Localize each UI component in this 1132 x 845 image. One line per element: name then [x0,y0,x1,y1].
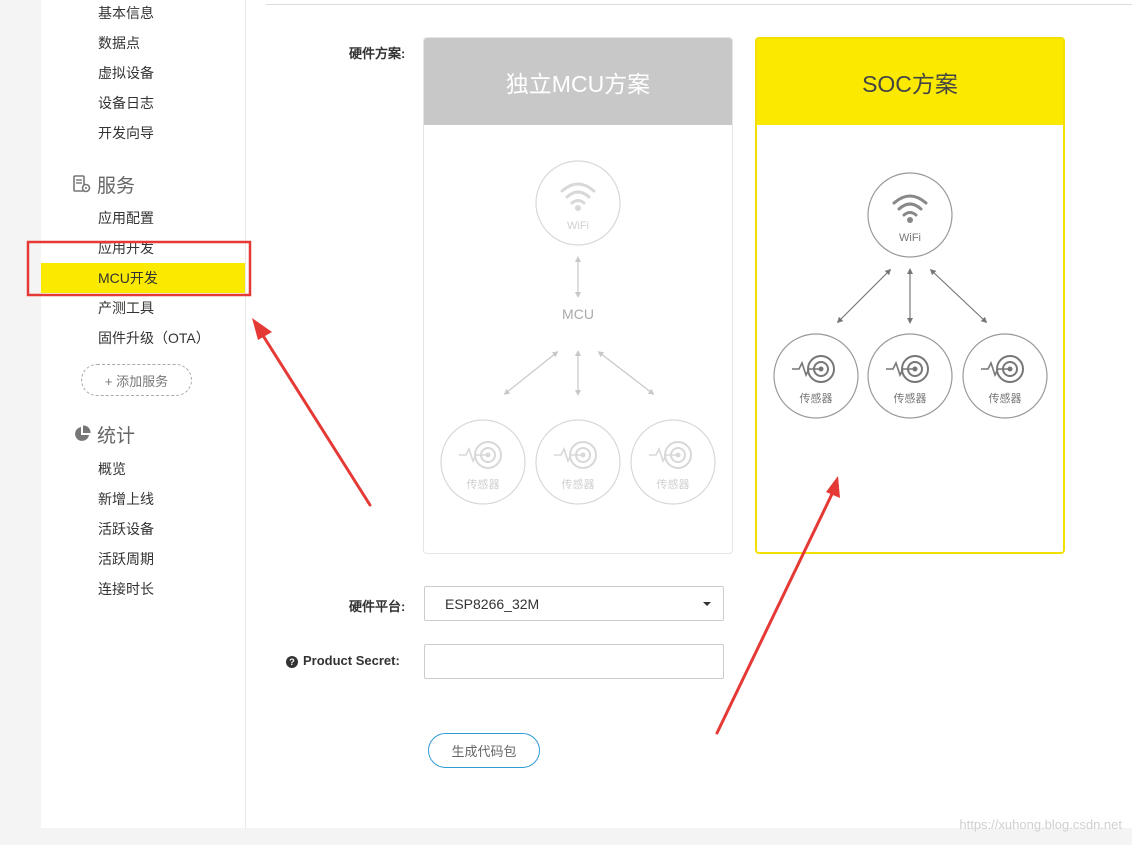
sidebar-item-overview[interactable]: 概览 [98,459,126,479]
mcu-node-label: MCU [562,306,594,322]
sidebar-item-test-tools[interactable]: 产测工具 [98,298,154,318]
sensor-label: 传感器 [894,392,927,405]
generate-code-button[interactable]: 生成代码包 [428,733,540,768]
gear-server-icon [73,175,91,193]
top-divider [266,4,1132,5]
sensor-node: 传感器 [962,333,1048,419]
sidebar-item-active-period[interactable]: 活跃周期 [98,549,154,569]
sensor-label: 传感器 [562,478,595,491]
hardware-platform-select[interactable]: ESP8266_32M [424,586,724,621]
sidebar-item-new-online[interactable]: 新增上线 [98,489,154,509]
sidebar-item-connect-duration[interactable]: 连接时长 [98,579,154,599]
caret-down-icon [703,602,711,606]
mcu-scheme-diagram: WiFi MCU 传感器 传感器 传感器 [424,125,732,553]
sidebar-item-mcu-dev[interactable]: MCU开发 [98,268,158,288]
section-stats-title: 统计 [97,425,136,447]
watermark: https://xuhong.blog.csdn.net [959,817,1122,832]
sensor-node: 传感器 [867,333,953,419]
sensor-label: 传感器 [989,392,1022,405]
sidebar-item-app-dev[interactable]: 应用开发 [98,238,154,258]
hardware-platform-value: ESP8266_32M [445,595,540,612]
sidebar-item-app-config[interactable]: 应用配置 [98,208,154,228]
section-stats: 统计 [73,422,136,447]
section-services: 服务 [73,172,136,197]
sidebar-item-active-devices[interactable]: 活跃设备 [98,519,154,539]
product-secret-label: Product Secret: [303,653,400,668]
hardware-platform-label: 硬件平台: [349,599,406,614]
soc-scheme-title: SOC方案 [757,39,1063,125]
soc-wifi-label: WiFi [899,232,921,244]
hardware-scheme-label: 硬件方案: [349,46,406,61]
pie-chart-icon [75,425,91,441]
sensor-node: 传感器 [773,333,859,419]
product-secret-label-wrap: ? Product Secret: [286,653,400,668]
soc-scheme-diagram: WiFi 传感器 传感器 传感器 [757,125,1063,552]
mcu-scheme-card[interactable]: 独立MCU方案 WiFi MCU 传感器 传感器 传感器 [423,37,733,554]
add-service-button[interactable]: + 添加服务 [81,364,192,396]
sensor-node: 传感器 [630,419,716,505]
sensor-label: 传感器 [800,392,833,405]
wifi-node: WiFi [535,160,621,246]
sidebar-item-device-log[interactable]: 设备日志 [98,93,154,113]
sidebar-item-datapoints[interactable]: 数据点 [98,33,140,53]
sensor-node: 传感器 [440,419,526,505]
question-icon[interactable]: ? [286,656,298,668]
sensor-label: 传感器 [467,478,500,491]
mcu-wifi-label: WiFi [567,220,589,232]
wifi-node: WiFi [867,172,953,258]
sidebar-item-virtual-device[interactable]: 虚拟设备 [98,63,154,83]
section-services-title: 服务 [97,175,136,197]
mcu-scheme-title: 独立MCU方案 [424,38,732,125]
sidebar-item-dev-guide[interactable]: 开发向导 [98,123,154,143]
sidebar-item-basic-info[interactable]: 基本信息 [98,3,154,23]
sidebar-item-ota[interactable]: 固件升级（OTA） [98,328,210,348]
sensor-node: 传感器 [535,419,621,505]
product-secret-input[interactable] [424,644,724,679]
soc-scheme-card[interactable]: SOC方案 WiFi 传感器 传感器 传感器 [755,37,1065,554]
sensor-label: 传感器 [657,478,690,491]
